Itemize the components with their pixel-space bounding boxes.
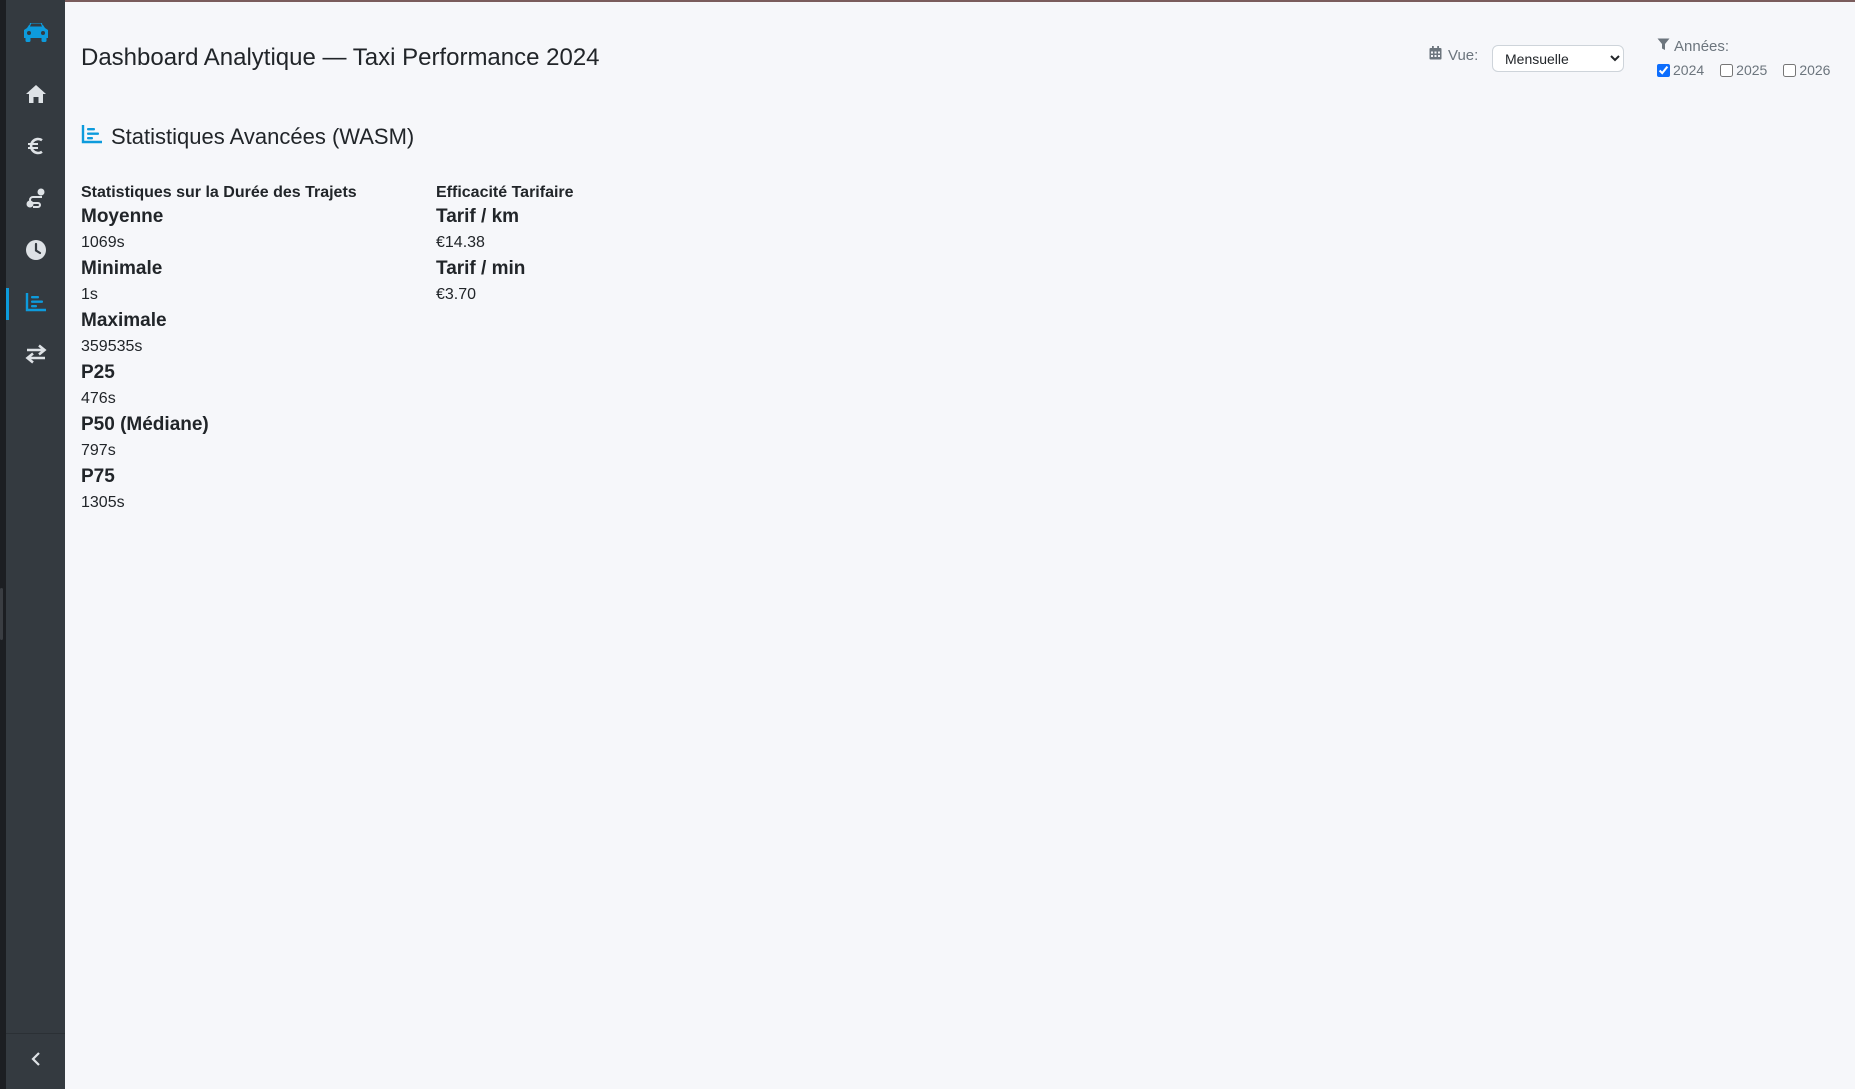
sidebar-nav [6, 70, 65, 382]
stats-grid: Statistiques sur la Durée des Trajets Mo… [81, 182, 791, 516]
view-control: Vue: [1429, 46, 1478, 64]
resize-handle[interactable] [0, 588, 3, 640]
stat-value-mean: 1069s [81, 234, 125, 251]
years-label-row: Années: [1657, 36, 1830, 56]
stat-value-p50: 797s [81, 442, 116, 459]
stat-value-fare-per-min: €3.70 [436, 286, 477, 303]
chevron-left-icon [30, 1051, 42, 1072]
fare-efficiency-title: Efficacité Tarifaire [436, 184, 574, 201]
year-option-2024[interactable]: 2024 [1657, 62, 1704, 78]
year-option-2026[interactable]: 2026 [1783, 62, 1830, 78]
year-checkbox-2025[interactable] [1720, 63, 1734, 77]
year-option-2025[interactable]: 2025 [1720, 62, 1767, 78]
stat-label-fare-per-min: Tarif / min [436, 258, 526, 279]
view-select[interactable]: Mensuelle [1492, 45, 1624, 72]
sidebar-item-revenue[interactable] [6, 122, 65, 174]
years-label: Années: [1674, 37, 1730, 55]
section-heading: Statistiques Avancées (WASM) [81, 124, 414, 150]
year-label: 2026 [1799, 62, 1831, 78]
sidebar-item-home[interactable] [6, 70, 65, 122]
sidebar-item-routes[interactable] [6, 174, 65, 226]
sidebar [6, 0, 65, 1089]
fare-efficiency: Efficacité Tarifaire Tarif / km €14.38 T… [436, 182, 791, 516]
year-label: 2025 [1736, 62, 1768, 78]
main-content: Dashboard Analytique — Taxi Performance … [65, 2, 1855, 1089]
stat-value-fare-per-km: €14.38 [436, 234, 485, 251]
year-checkbox-2024[interactable] [1657, 63, 1670, 77]
route-icon [25, 187, 47, 214]
stat-label-min: Minimale [81, 258, 163, 279]
duration-stats: Statistiques sur la Durée des Trajets Mo… [81, 182, 436, 516]
calendar-icon [1429, 46, 1442, 64]
clock-icon [25, 239, 47, 266]
stat-value-max: 359535s [81, 338, 143, 355]
stat-label-p25: P25 [81, 362, 115, 383]
chart-bar-icon [81, 124, 103, 150]
section-title: Statistiques Avancées (WASM) [111, 124, 415, 149]
taxi-icon[interactable] [6, 12, 65, 52]
year-label: 2024 [1673, 62, 1705, 78]
sidebar-item-compare[interactable] [6, 330, 65, 382]
sidebar-item-time[interactable] [6, 226, 65, 278]
stat-label-mean: Moyenne [81, 206, 164, 227]
euro-icon [27, 136, 45, 161]
stat-value-min: 1s [81, 286, 98, 303]
stat-value-p75: 1305s [81, 494, 125, 511]
years-filter: Années: 2024 2025 2026 [1657, 36, 1830, 78]
stat-value-p25: 476s [81, 390, 116, 407]
sidebar-item-statistics[interactable] [6, 278, 65, 330]
sidebar-collapse-button[interactable] [6, 1033, 65, 1089]
page-title: Dashboard Analytique — Taxi Performance … [81, 44, 600, 71]
years-checkboxes: 2024 2025 2026 [1657, 62, 1830, 78]
stat-label-p75: P75 [81, 466, 115, 487]
transfer-icon [24, 343, 47, 369]
chart-bar-icon [25, 292, 47, 317]
stat-label-p50: P50 (Médiane) [81, 414, 209, 435]
stat-label-fare-per-km: Tarif / km [436, 206, 520, 227]
duration-stats-title: Statistiques sur la Durée des Trajets [81, 184, 357, 201]
view-label: Vue: [1448, 46, 1479, 64]
filter-icon [1657, 38, 1670, 55]
home-icon [25, 84, 47, 109]
year-checkbox-2026[interactable] [1783, 63, 1797, 77]
stat-label-max: Maximale [81, 310, 167, 331]
